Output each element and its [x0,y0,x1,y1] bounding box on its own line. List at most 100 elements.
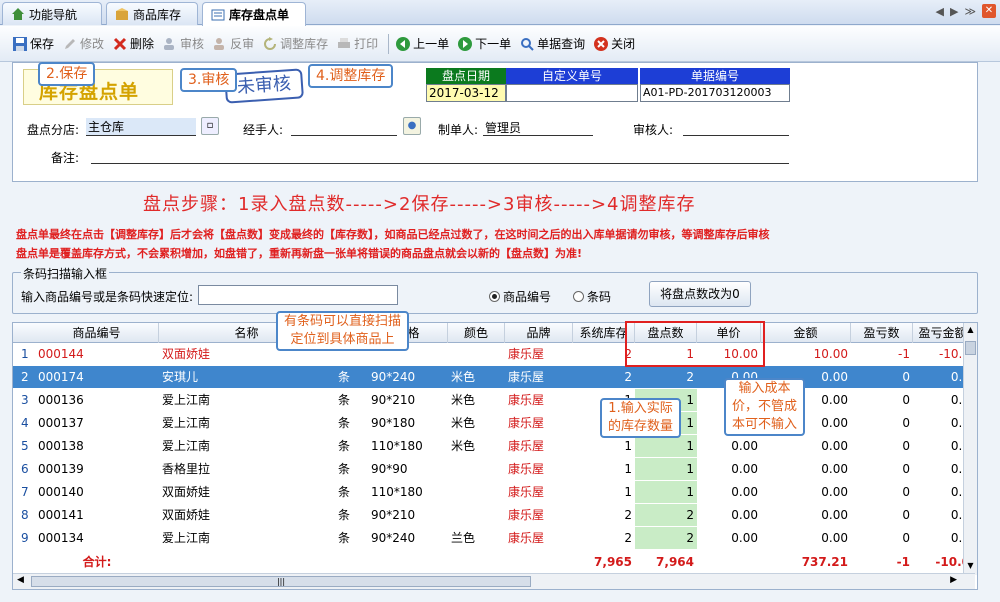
table-row[interactable]: 3000136爱上江南条90*210米色康乐屋110.000.0000.0 [13,389,975,411]
cell-diff: 0 [902,508,910,522]
save-button[interactable]: 保存 [12,35,54,52]
floppy-icon [12,36,28,52]
scroll-right-icon[interactable]: ▶ [950,575,957,585]
cell-price[interactable]: 0.00 [697,458,761,480]
cell-name: 双面娇娃 [162,485,211,499]
edit-button[interactable]: 修改 [62,35,104,52]
col-code-header[interactable]: 商品编号 [35,323,159,343]
scan-input[interactable] [198,285,398,305]
scroll-thumb[interactable] [965,341,976,355]
cell-unit: 条 [338,462,351,476]
unaudit-button[interactable]: 反审 [212,35,254,52]
cell-count[interactable]: 2 [635,504,697,526]
custom-no-header: 自定义单号 [506,68,638,84]
radio-barcode-label: 条码 [587,290,612,304]
next-bill-button[interactable]: 下一单 [457,35,511,52]
cell-sys: 2 [624,531,632,545]
print-button[interactable]: 打印 [336,35,378,52]
adjust-stock-button[interactable]: 调整库存 [262,35,328,52]
remark-field[interactable] [93,147,783,163]
scan-legend: 条码扫描输入框 [21,265,110,282]
branch-picker-button[interactable]: ▫ [201,117,219,135]
audit-button[interactable]: 审核 [162,35,204,52]
table-row[interactable]: 4000137爱上江南条90*180米色康乐屋110.000.0000.0 [13,412,975,434]
set-count-zero-button[interactable]: 将盘点数改为0 [649,281,751,307]
user-pick-icon: ● [407,120,417,131]
vertical-scrollbar[interactable]: ▲ ▼ [963,323,977,575]
table-row[interactable]: 9 000134 爱上江南条 90*240 兰色 康乐屋 2 2 0.00 0.00 0 0.0 [13,527,975,549]
handler-picker-button[interactable]: ● [403,117,421,135]
col-color-header[interactable]: 颜色 [448,323,505,343]
scroll-down-icon[interactable]: ▼ [965,561,976,573]
box-icon [115,7,129,21]
horizontal-scrollbar[interactable]: ◀ ||| ▶ [13,573,975,589]
product-grid: 商品编号名称单位规格颜色品牌系统库存盘点数单价金额盈亏数盈亏金额 1 000144… [12,322,978,590]
branch-label: 盘点分店: [27,123,80,137]
cell-spec: 90*210 [371,393,416,407]
scroll-up-icon[interactable]: ▲ [965,325,976,337]
cell-count[interactable]: 1 [635,435,697,457]
cell-diff: 0 [902,370,910,384]
prev-bill-button[interactable]: 上一单 [395,35,449,52]
cell-count[interactable]: 2 [635,366,697,388]
close-button[interactable]: 关闭 [593,35,635,52]
cell-brand: 康乐屋 [508,485,545,499]
col-diff-header[interactable]: 盈亏数 [851,323,913,343]
col-amount-header[interactable]: 金额 [761,323,851,343]
maker-label: 制单人: [438,123,479,137]
steps-title: 盘点步骤：1录入盘点数----->2保存----->3审核----->4调整库存 [143,194,696,215]
tab-more-button[interactable]: ≫ [964,5,976,18]
cell-sys: 1 [624,462,632,476]
cell-unit: 条 [338,370,351,384]
cell-color: 米色 [451,393,476,407]
handler-field[interactable] [291,119,397,135]
cell-brand: 康乐屋 [508,508,545,522]
custom-no-field[interactable] [506,84,638,102]
query-label: 单据查询 [537,37,586,51]
cell-price[interactable]: 0.00 [697,504,761,526]
cell-brand: 康乐屋 [508,370,545,384]
col-brand-header[interactable]: 品牌 [505,323,573,343]
cell-count[interactable]: 2 [635,527,697,549]
table-row[interactable]: 8 000141 双面娇娃条 90*210 康乐屋 2 2 0.00 0.00 0 0.0 [13,504,975,526]
remark-field-line [91,163,789,164]
edit-label: 修改 [80,37,105,51]
tab-stock[interactable]: 商品库存 [106,2,198,25]
tab-prev-button[interactable]: ◀ [936,5,944,18]
arrow-right-circle-icon [457,36,473,52]
table-row[interactable]: 2 000174 安琪儿条 90*240 米色 康乐屋 2 2 0.00 0.00 0 0.0 [13,366,975,388]
radio-barcode[interactable]: 条码 [573,288,611,305]
tab-next-button[interactable]: ▶ [950,5,958,18]
pencil-icon [62,36,78,52]
cell-price[interactable]: 0.00 [697,527,761,549]
table-row[interactable]: 7 000140 双面娇娃条 110*180 康乐屋 1 1 0.00 0.00 0 0.0 [13,481,975,503]
save-label: 保存 [30,37,55,51]
cell-color [448,481,505,503]
cell-price[interactable]: 0.00 [697,481,761,503]
date-field[interactable]: 2017-03-12 [426,84,506,102]
tab-function-nav[interactable]: 功能导航 [2,2,102,25]
bill-query-button[interactable]: 单据查询 [519,35,585,52]
cell-amount: 0.00 [821,508,848,522]
radio-product-code[interactable]: 商品编号 [489,288,551,305]
cell-count[interactable]: 1 [635,458,697,480]
branch-field[interactable]: 主仓库 [86,118,196,136]
cell-count[interactable]: 1 [635,481,697,503]
cell-name: 双面娇娃 [162,508,211,522]
tab-label: 功能导航 [29,7,78,22]
tab-inventory-count[interactable]: 库存盘点单 [202,2,306,26]
cell-no: 3 [21,393,29,407]
cell-name: 香格里拉 [162,462,211,476]
scroll-left-icon[interactable]: ◀ [17,575,24,585]
table-row[interactable]: 1 000144 双面娇娃 康乐屋 2 1 10.00 10.00 -1 -10.0 [13,343,975,365]
delete-button[interactable]: 删除 [112,35,154,52]
cell-color: 兰色 [451,531,476,545]
table-row[interactable]: 5 000138 爱上江南条 110*180 米色 康乐屋 1 1 0.00 0.00 0 0.0 [13,435,975,457]
tab-close-button[interactable]: ✕ [982,4,996,18]
cell-price[interactable]: 0.00 [697,435,761,457]
arrow-left-circle-icon [395,36,411,52]
table-row[interactable]: 6 000139 香格里拉条 90*90 康乐屋 1 1 0.00 0.00 0 0.0 [13,458,975,480]
cell-no: 5 [21,439,29,453]
hscroll-thumb[interactable]: ||| [31,576,531,587]
maker-field: 管理员 [485,121,522,135]
